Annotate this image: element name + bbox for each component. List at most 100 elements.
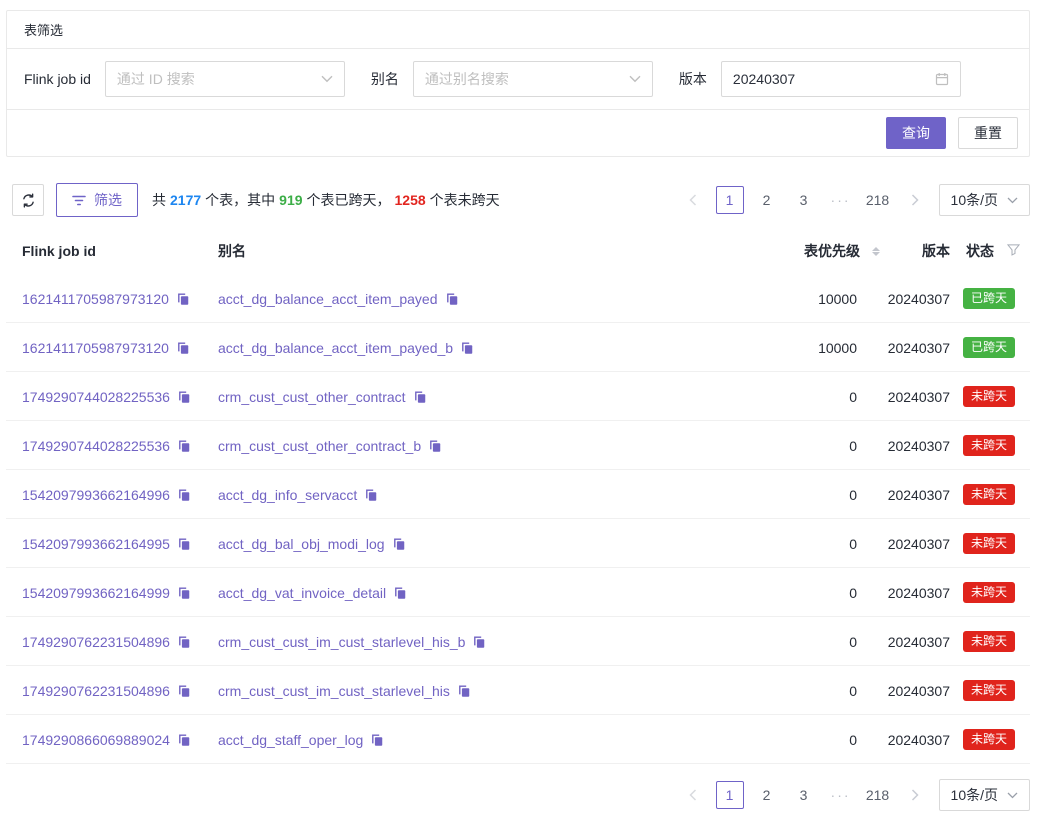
alias-link[interactable]: acct_dg_balance_acct_item_payed_b xyxy=(218,340,453,356)
priority-cell: 0 xyxy=(760,617,880,666)
job-id-link[interactable]: 1621411705987973120 xyxy=(22,291,169,307)
copy-icon[interactable] xyxy=(177,684,191,698)
copy-icon[interactable] xyxy=(457,684,471,698)
version-date-input[interactable]: 20240307 xyxy=(721,61,961,97)
page-size-select[interactable]: 10条/页 xyxy=(939,184,1030,216)
copy-icon[interactable] xyxy=(177,635,191,649)
filter-button[interactable]: 筛选 xyxy=(56,183,138,217)
funnel-filter-icon[interactable] xyxy=(1007,243,1020,259)
copy-icon[interactable] xyxy=(393,586,407,600)
priority-cell: 0 xyxy=(760,372,880,421)
pagination-page-2[interactable]: 2 xyxy=(753,186,781,214)
copy-icon[interactable] xyxy=(364,488,378,502)
pagination-page-3[interactable]: 3 xyxy=(790,186,818,214)
alias-link[interactable]: acct_dg_vat_invoice_detail xyxy=(218,585,386,601)
job-id-link[interactable]: 1542097993662164996 xyxy=(22,487,170,503)
toolbar: 筛选 共2177个表，其中919个表已跨天，1258个表未跨天 1 2 3 ··… xyxy=(6,183,1030,217)
sort-carets-icon[interactable] xyxy=(872,247,880,256)
table-body: 1621411705987973120 acct_dg_balance_acct… xyxy=(6,274,1030,764)
alias-link[interactable]: crm_cust_cust_other_contract_b xyxy=(218,438,421,454)
refresh-button[interactable] xyxy=(12,184,44,216)
alias-select[interactable]: 通过别名搜索 xyxy=(413,61,653,97)
page-size-value: 10条/页 xyxy=(951,190,998,210)
query-button[interactable]: 查询 xyxy=(886,117,946,149)
alias-link[interactable]: acct_dg_staff_oper_log xyxy=(218,732,363,748)
chevron-left-icon xyxy=(689,789,697,801)
job-id-link[interactable]: 1621411705987973120 xyxy=(22,340,169,356)
refresh-icon xyxy=(21,193,36,208)
filter-button-label: 筛选 xyxy=(94,190,122,210)
copy-icon[interactable] xyxy=(177,733,191,747)
version-label: 版本 xyxy=(679,69,707,89)
flink-job-id-select[interactable]: 通过 ID 搜索 xyxy=(105,61,345,97)
copy-icon[interactable] xyxy=(445,292,459,306)
page-size-select[interactable]: 10条/页 xyxy=(939,779,1030,811)
pagination-page-2[interactable]: 2 xyxy=(753,781,781,809)
alias-link[interactable]: acct_dg_info_servacct xyxy=(218,487,357,503)
job-id-link[interactable]: 1749290762231504896 xyxy=(22,683,170,699)
pagination-next[interactable] xyxy=(901,186,929,214)
copy-icon[interactable] xyxy=(177,488,191,502)
copy-icon[interactable] xyxy=(177,439,191,453)
pagination-prev[interactable] xyxy=(679,186,707,214)
chevron-down-icon xyxy=(629,75,641,83)
pagination-page-1[interactable]: 1 xyxy=(716,781,744,809)
job-id-link[interactable]: 1749290866069889024 xyxy=(22,732,170,748)
alias-link[interactable]: crm_cust_cust_im_cust_starlevel_his_b xyxy=(218,634,465,650)
table-count-summary: 共2177个表，其中919个表已跨天，1258个表未跨天 xyxy=(152,190,500,210)
alias-link[interactable]: acct_dg_balance_acct_item_payed xyxy=(218,291,438,307)
copy-icon[interactable] xyxy=(176,341,190,355)
table-row: 1621411705987973120 acct_dg_balance_acct… xyxy=(6,323,1030,372)
job-id-link[interactable]: 1542097993662164999 xyxy=(22,585,170,601)
summary-text: 个表，其中 xyxy=(205,192,275,208)
pagination-ellipsis: ··· xyxy=(827,781,855,809)
pagination-page-last[interactable]: 218 xyxy=(864,781,892,809)
copy-icon[interactable] xyxy=(370,733,384,747)
status-badge: 已跨天 xyxy=(963,337,1015,358)
job-id-link[interactable]: 1749290744028225536 xyxy=(22,438,170,454)
version-cell: 20240307 xyxy=(880,323,950,372)
job-id-link[interactable]: 1749290744028225536 xyxy=(22,389,170,405)
reset-button[interactable]: 重置 xyxy=(958,117,1018,149)
status-badge: 未跨天 xyxy=(963,386,1015,407)
column-header-version: 版本 xyxy=(880,230,950,274)
version-cell: 20240307 xyxy=(880,617,950,666)
copy-icon[interactable] xyxy=(472,635,486,649)
alias-link[interactable]: crm_cust_cust_im_cust_starlevel_his xyxy=(218,683,450,699)
filter-card-title: 表筛选 xyxy=(7,11,1029,49)
pagination-page-last[interactable]: 218 xyxy=(864,186,892,214)
alias-link[interactable]: crm_cust_cust_other_contract xyxy=(218,389,406,405)
status-badge: 未跨天 xyxy=(963,533,1015,554)
copy-icon[interactable] xyxy=(177,537,191,551)
column-header-priority[interactable]: 表优先级 xyxy=(760,230,880,274)
table-row: 1542097993662164999 acct_dg_vat_invoice_… xyxy=(6,568,1030,617)
status-badge: 未跨天 xyxy=(963,729,1015,750)
alias-link[interactable]: acct_dg_bal_obj_modi_log xyxy=(218,536,385,552)
copy-icon[interactable] xyxy=(177,390,191,404)
job-id-link[interactable]: 1749290762231504896 xyxy=(22,634,170,650)
column-header-status[interactable]: 状态 xyxy=(950,230,1030,274)
alias-placeholder: 通过别名搜索 xyxy=(425,69,629,89)
pagination-page-1[interactable]: 1 xyxy=(716,186,744,214)
copy-icon[interactable] xyxy=(392,537,406,551)
table-row: 1542097993662164996 acct_dg_info_servacc… xyxy=(6,470,1030,519)
copy-icon[interactable] xyxy=(460,341,474,355)
bottom-bar: 1 2 3 ··· 218 10条/页 xyxy=(6,779,1030,823)
pagination-bottom: 1 2 3 ··· 218 10条/页 xyxy=(679,779,1030,811)
copy-icon[interactable] xyxy=(413,390,427,404)
copy-icon[interactable] xyxy=(177,586,191,600)
priority-cell: 0 xyxy=(760,568,880,617)
column-header-job-id: Flink job id xyxy=(6,230,218,274)
version-cell: 20240307 xyxy=(880,519,950,568)
table-row: 1749290762231504896 crm_cust_cust_im_cus… xyxy=(6,666,1030,715)
copy-icon[interactable] xyxy=(176,292,190,306)
table-row: 1749290866069889024 acct_dg_staff_oper_l… xyxy=(6,715,1030,764)
pagination-page-3[interactable]: 3 xyxy=(790,781,818,809)
pagination-prev[interactable] xyxy=(679,781,707,809)
priority-cell: 10000 xyxy=(760,274,880,323)
table-row: 1542097993662164995 acct_dg_bal_obj_modi… xyxy=(6,519,1030,568)
job-id-link[interactable]: 1542097993662164995 xyxy=(22,536,170,552)
copy-icon[interactable] xyxy=(428,439,442,453)
page: 表筛选 Flink job id 通过 ID 搜索 别名 通过别名搜索 xyxy=(0,0,1037,823)
pagination-next[interactable] xyxy=(901,781,929,809)
